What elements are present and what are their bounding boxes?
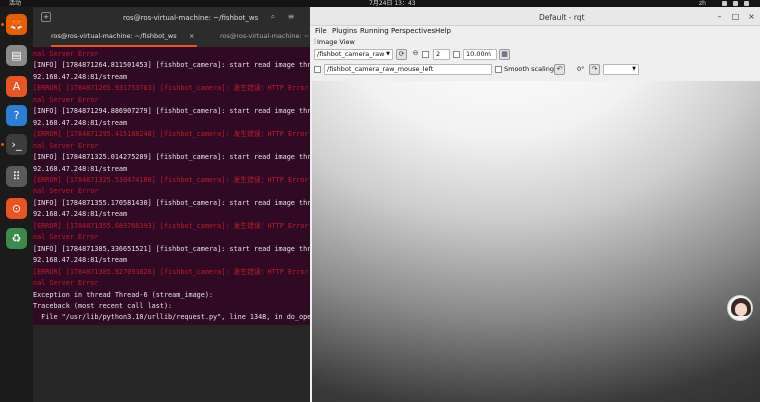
image-display[interactable] <box>312 81 760 402</box>
menu-running[interactable]: Running <box>360 27 389 35</box>
close-icon[interactable]: × <box>746 11 757 22</box>
refresh-topics-button[interactable]: ⟳ <box>396 49 407 60</box>
terminal-icon[interactable]: ›_ <box>6 134 27 155</box>
running-indicator <box>1 143 4 146</box>
power-icon <box>744 1 749 6</box>
trash-icon[interactable]: ♻ <box>6 228 27 249</box>
search-icon[interactable]: ⌕ <box>268 12 278 22</box>
zoom-checkbox[interactable] <box>422 51 429 58</box>
menu-plugins[interactable]: Plugins <box>332 27 357 35</box>
topic-select[interactable]: /fishbot_camera_raw ▼ <box>314 49 393 60</box>
assistant-avatar[interactable] <box>727 295 753 321</box>
menu-icon[interactable]: ≡ <box>286 12 296 22</box>
desktop: 活动 7月24日 13：43 zh 🦊 ▤ A? ›_ ⠿ ⊙ ♻ + ros@ros-vi… <box>0 0 760 402</box>
input-method-indicator[interactable]: zh <box>699 0 706 7</box>
color-scheme-select[interactable]: ▼ <box>603 64 639 75</box>
max-range-checkbox[interactable] <box>453 51 460 58</box>
show-apps-icon[interactable]: ⠿ <box>6 166 27 187</box>
chevron-down-icon: ▼ <box>386 51 390 57</box>
terminal-title: ros@ros-virtual-machine: ~/fishbot_ws <box>123 14 259 22</box>
files-icon[interactable]: ▤ <box>6 45 27 66</box>
app-center-icon[interactable]: A <box>6 76 27 97</box>
zoom-icon[interactable]: ⊖ <box>410 49 421 60</box>
activities-button[interactable]: 活动 <box>9 0 21 7</box>
system-tray[interactable] <box>722 1 749 6</box>
rotate-left-button[interactable]: ↶ <box>554 64 565 75</box>
minimize-icon[interactable]: – <box>714 11 725 22</box>
mouse-toolbar: /fishbot_camera_raw_mouse_left Smooth sc… <box>310 64 760 77</box>
rotate-right-button[interactable]: ↷ <box>589 64 600 75</box>
avatar-face <box>735 303 747 316</box>
topic-value: /fishbot_camera_raw <box>317 50 385 58</box>
network-icon <box>722 1 727 6</box>
ubuntu-software-icon[interactable]: ⊙ <box>6 198 27 219</box>
menu-file[interactable]: File <box>315 27 327 35</box>
rqt-title: Default - rqt <box>539 13 585 22</box>
firefox-icon[interactable]: 🦊 <box>6 14 27 35</box>
rotation-value: 0° <box>577 65 585 73</box>
save-image-button[interactable]: ▦ <box>499 49 510 60</box>
running-indicator <box>1 23 4 26</box>
chevron-down-icon: ▼ <box>632 66 636 72</box>
smooth-scaling-checkbox[interactable] <box>495 66 502 73</box>
mouse-topic-value: /fishbot_camera_raw_mouse_left <box>327 65 434 73</box>
rqt-titlebar[interactable]: Default - rqt – □ × <box>310 7 760 26</box>
menu-bar: File Plugins Running Perspectives Help <box>310 26 760 37</box>
max-range-value: 10.00m <box>466 50 491 58</box>
menu-perspectives[interactable]: Perspectives <box>391 27 435 35</box>
smooth-scaling-label: Smooth scaling <box>504 65 554 73</box>
tab-label: ros@ros-virtual-machine: ~/fishbot_ws <box>51 32 177 40</box>
tab-label: ros@ros-virtual-machine: ~ <box>220 32 310 40</box>
publish-click-checkbox[interactable] <box>314 66 321 73</box>
zoom-spinbox[interactable]: 2 <box>433 49 450 60</box>
max-range-spinbox[interactable]: 10.00m <box>463 49 497 60</box>
maximize-icon[interactable]: □ <box>730 11 741 22</box>
zoom-value: 2 <box>436 50 441 58</box>
volume-icon <box>733 1 738 6</box>
image-view-toolbar: /fishbot_camera_raw ▼ ⟳ ⊖ 2 10.00m ▦ <box>310 49 760 62</box>
top-bar: 活动 7月24日 13：43 zh <box>0 0 760 7</box>
new-tab-icon[interactable]: + <box>41 12 51 22</box>
plugin-title: Image View <box>317 38 355 46</box>
clock[interactable]: 7月24日 13：43 <box>369 0 416 7</box>
menu-help[interactable]: Help <box>435 27 451 35</box>
plugin-title-bar: ⋮ Image View <box>310 37 760 47</box>
tab-fishbot-ws[interactable]: ros@ros-virtual-machine: ~/fishbot_ws × <box>51 28 197 47</box>
mouse-topic-field[interactable]: /fishbot_camera_raw_mouse_left <box>324 64 492 75</box>
rqt-window[interactable]: Default - rqt – □ × File Plugins Running… <box>310 7 760 402</box>
dock: 🦊 ▤ A? ›_ ⠿ ⊙ ♻ <box>0 7 33 402</box>
help-icon[interactable]: ? <box>6 105 27 126</box>
close-icon[interactable]: × <box>189 28 194 45</box>
